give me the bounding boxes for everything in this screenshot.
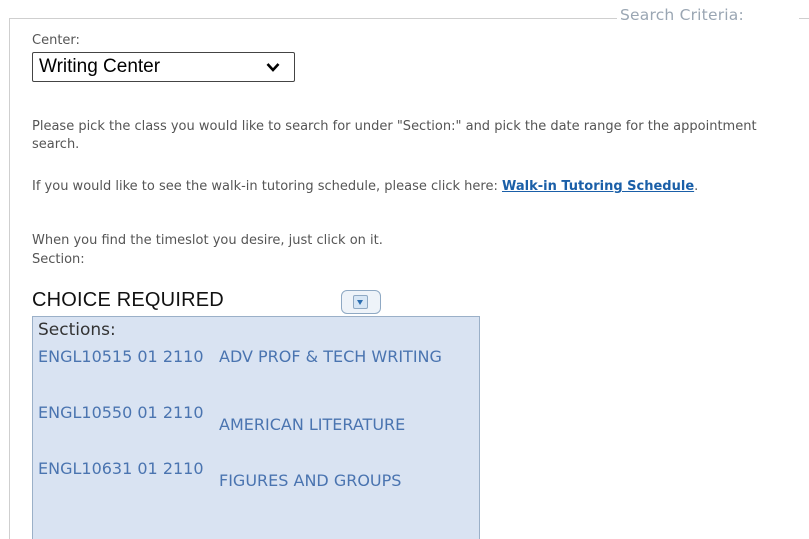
search-criteria-form: Search Criteria: Center: Writing Center …: [0, 0, 809, 539]
sections-list-title: Sections:: [38, 320, 116, 340]
section-option[interactable]: ENGL10515 01 2110 ADV PROF & TECH WRITIN…: [33, 345, 479, 401]
dropdown-arrow-box: [353, 295, 368, 309]
walkin-schedule-link[interactable]: Walk-in Tutoring Schedule: [502, 179, 694, 194]
section-option-name: ADV PROF & TECH WRITING: [219, 347, 442, 366]
fieldset-border-tail: [799, 18, 809, 19]
walkin-prefix-text: If you would like to see the walk-in tut…: [32, 179, 502, 194]
timeslot-instruction: When you find the timeslot you desire, j…: [32, 233, 383, 248]
section-option-name: AMERICAN LITERATURE: [219, 415, 406, 434]
fieldset-border-top: [9, 18, 617, 19]
section-option-code: ENGL10631 01 2110: [38, 459, 204, 478]
section-option-code: ENGL10550 01 2110: [38, 403, 204, 422]
instructions-text: Please pick the class you would like to …: [32, 119, 757, 152]
triangle-down-icon: [357, 300, 363, 305]
section-option-name: FIGURES AND GROUPS: [219, 471, 402, 490]
fieldset-legend: Search Criteria:: [620, 6, 744, 24]
chevron-down-icon: [266, 63, 280, 72]
walkin-suffix-text: .: [694, 179, 699, 194]
section-label: Section:: [32, 252, 85, 267]
section-dropdown-button[interactable]: [341, 290, 381, 314]
sections-listbox[interactable]: Sections: ENGL10515 01 2110 ADV PROF & T…: [32, 316, 480, 539]
section-option[interactable]: ENGL10631 01 2110 FIGURES AND GROUPS: [33, 457, 479, 513]
section-option[interactable]: ENGL10550 01 2110 AMERICAN LITERATURE: [33, 401, 479, 457]
center-label: Center:: [32, 33, 80, 48]
center-select[interactable]: Writing Center: [32, 52, 295, 82]
fieldset-border-left: [9, 18, 10, 539]
section-option-code: ENGL10515 01 2110: [38, 347, 204, 366]
section-selected-value[interactable]: CHOICE REQUIRED: [32, 289, 224, 312]
walkin-paragraph: If you would like to see the walk-in tut…: [32, 178, 792, 196]
center-selected-value: Writing Center: [39, 56, 161, 77]
